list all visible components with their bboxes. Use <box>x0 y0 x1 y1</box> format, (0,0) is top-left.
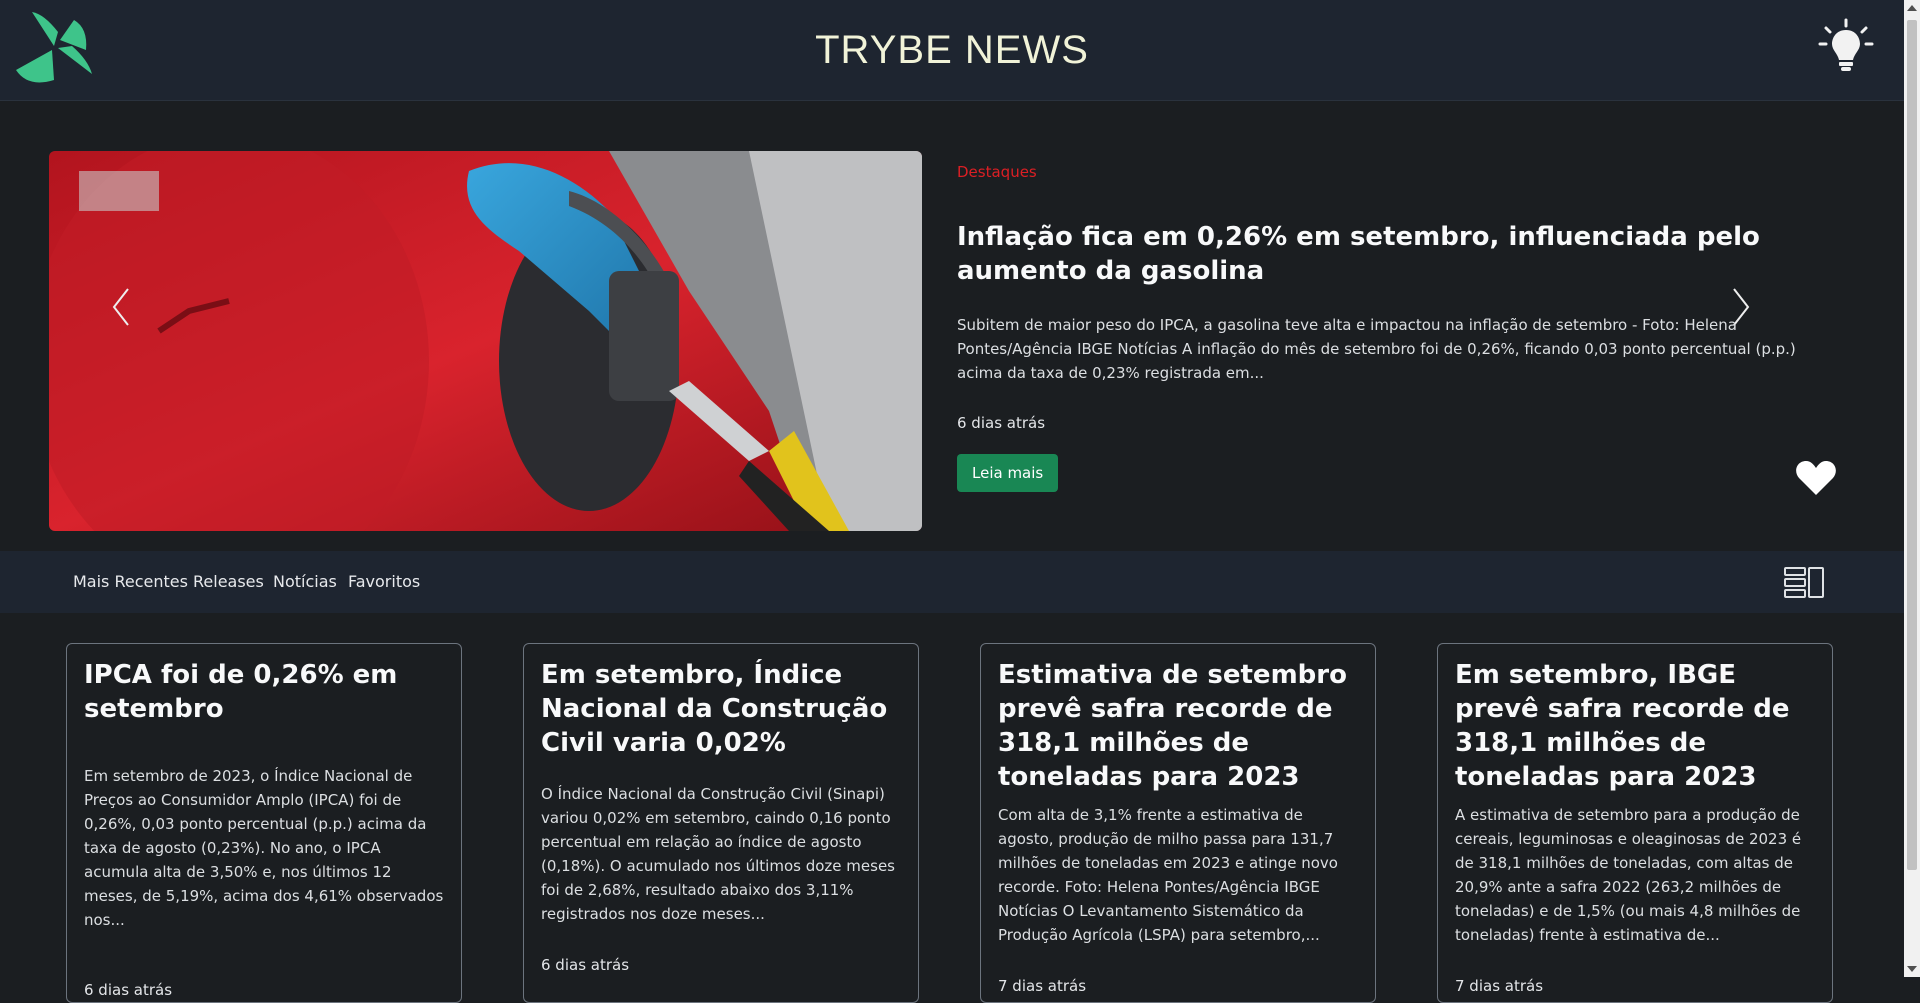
card-time: 7 dias atrás <box>1455 977 1544 995</box>
read-more-button[interactable]: Leia mais <box>957 454 1059 492</box>
scroll-thumb[interactable] <box>1907 20 1917 870</box>
featured-description: Subitem de maior peso do IPCA, a gasolin… <box>957 316 1796 382</box>
card-description: Com alta de 3,1% frente a estimativa de … <box>998 806 1338 944</box>
list-layout-icon[interactable] <box>1784 566 1824 598</box>
lightbulb-icon[interactable] <box>1818 18 1874 74</box>
page-scrollbar[interactable] <box>1904 0 1920 977</box>
card-time: 6 dias atrás <box>541 956 630 974</box>
card-description: O Índice Nacional da Construção Civil (S… <box>541 785 895 923</box>
nav-item-mais-recentes[interactable]: Mais Recentes <box>73 572 188 591</box>
filter-nav: Mais Recentes Releases Notícias Favorito… <box>0 551 1904 613</box>
scroll-up-icon[interactable] <box>1907 5 1917 11</box>
news-card[interactable]: Em setembro, Índice Nacional da Construç… <box>523 643 919 1003</box>
news-card[interactable]: Em setembro, IBGE prevê safra recorde de… <box>1437 643 1833 1003</box>
nav-item-releases[interactable]: Releases <box>193 572 264 591</box>
featured-content: Destaques Inflação fica em 0,26% em sete… <box>957 151 1837 492</box>
card-title[interactable]: Em setembro, Índice Nacional da Construç… <box>541 658 901 760</box>
featured-category: Destaques <box>957 163 1037 181</box>
scroll-down-icon[interactable] <box>1907 966 1917 972</box>
featured-image <box>49 151 922 531</box>
card-description: Em setembro de 2023, o Índice Nacional d… <box>84 767 444 929</box>
card-description: A estimativa de setembro para a produção… <box>1455 806 1802 944</box>
featured-section: Destaques Inflação fica em 0,26% em sete… <box>0 101 1904 551</box>
card-time: 7 dias atrás <box>998 977 1087 995</box>
site-title: TRYBE NEWS <box>815 28 1089 72</box>
news-card[interactable]: IPCA foi de 0,26% em setembro Em setembr… <box>66 643 462 1003</box>
featured-time: 6 dias atrás <box>957 414 1046 432</box>
card-title[interactable]: Estimativa de setembro prevê safra recor… <box>998 658 1358 794</box>
featured-title[interactable]: Inflação fica em 0,26% em setembro, infl… <box>957 220 1837 288</box>
site-header: TRYBE NEWS <box>0 0 1904 101</box>
carousel-prev-button[interactable] <box>100 279 140 335</box>
heart-icon[interactable] <box>1795 459 1837 497</box>
nav-item-favoritos[interactable]: Favoritos <box>348 572 420 591</box>
card-time: 6 dias atrás <box>84 981 173 999</box>
nav-item-noticias[interactable]: Notícias <box>273 572 337 591</box>
card-title[interactable]: Em setembro, IBGE prevê safra recorde de… <box>1455 658 1815 794</box>
card-title[interactable]: IPCA foi de 0,26% em setembro <box>84 658 444 726</box>
news-card[interactable]: Estimativa de setembro prevê safra recor… <box>980 643 1376 1003</box>
